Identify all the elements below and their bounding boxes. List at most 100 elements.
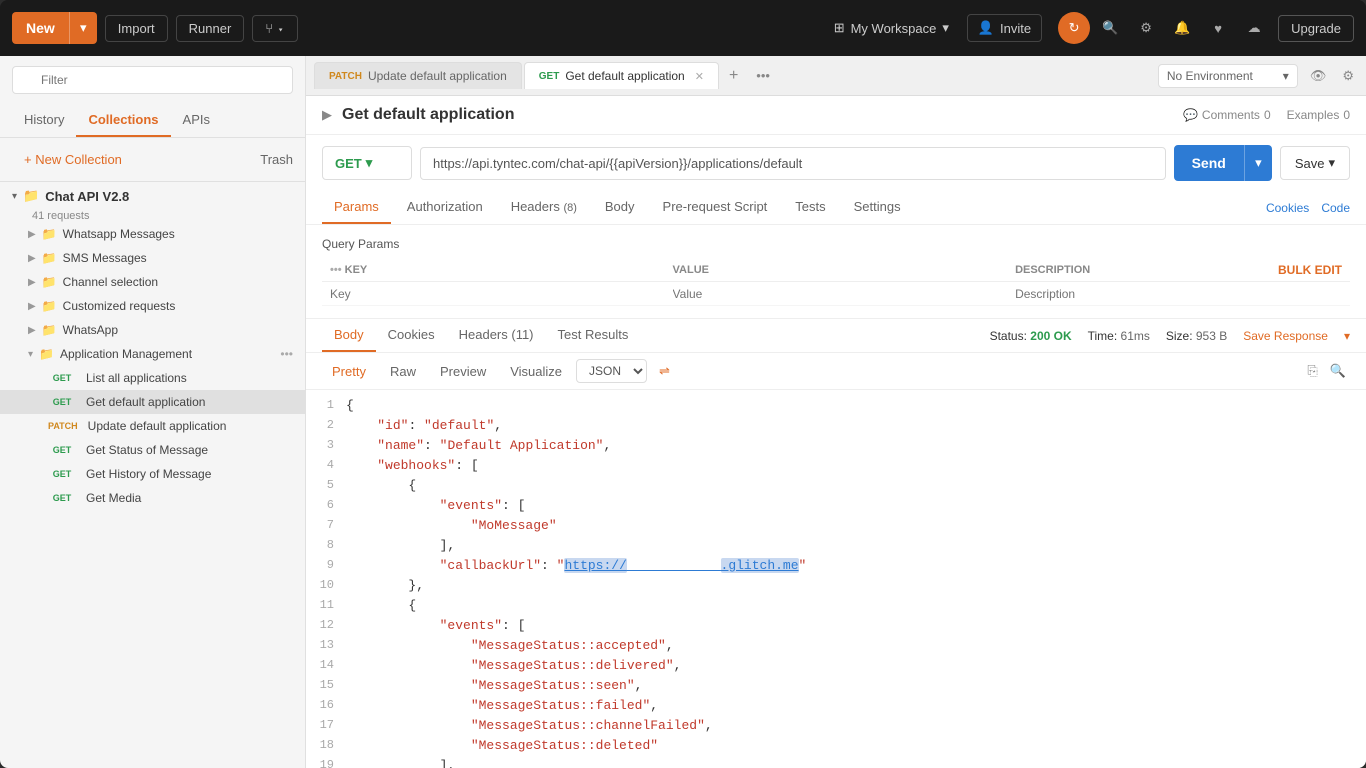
new-collection-button[interactable]: + New Collection: [12, 144, 134, 175]
settings-icon[interactable]: ⚙: [1130, 12, 1162, 44]
code-line-14: 14 "MessageStatus::delivered",: [306, 658, 1366, 678]
req-tab-body[interactable]: Body: [593, 191, 647, 224]
fmt-tab-raw[interactable]: Raw: [380, 360, 426, 383]
heart-icon[interactable]: ♥: [1202, 12, 1234, 44]
comments-button[interactable]: 💬 Comments 0: [1183, 108, 1271, 122]
examples-button[interactable]: Examples 0: [1287, 108, 1350, 122]
endpoint-get-history-of-message[interactable]: GET Get History of Message: [0, 462, 305, 486]
format-type-select[interactable]: JSON XML HTML: [576, 359, 647, 383]
code-line-2: 2 "id": "default",: [306, 418, 1366, 438]
query-params-section: Query Params ••• KEY VALUE DESCRIPTION B…: [306, 225, 1366, 318]
tab-more-button[interactable]: •••: [748, 64, 778, 87]
req-tab-settings[interactable]: Settings: [842, 191, 913, 224]
req-nav-tabs: Params Authorization Headers (8) Body Pr…: [306, 191, 1366, 225]
save-response-arrow[interactable]: ▾: [1344, 329, 1350, 343]
comments-icon: 💬: [1183, 108, 1198, 122]
folder-icon: 📁: [42, 227, 57, 241]
copy-icon[interactable]: ⎘: [1303, 359, 1321, 383]
req-tab-headers[interactable]: Headers (8): [499, 191, 589, 224]
import-button[interactable]: Import: [105, 15, 168, 42]
new-button-label[interactable]: New: [12, 12, 69, 44]
endpoint-get-status-of-message[interactable]: GET Get Status of Message: [0, 438, 305, 462]
new-button[interactable]: New ▾: [12, 12, 97, 44]
workspace-chevron: ▾: [942, 20, 949, 36]
req-tab-tests[interactable]: Tests: [783, 191, 837, 224]
fmt-tab-preview[interactable]: Preview: [430, 360, 496, 383]
cloud-icon[interactable]: ☁: [1238, 12, 1270, 44]
cookies-link[interactable]: Cookies: [1266, 201, 1309, 215]
res-tab-body[interactable]: Body: [322, 319, 376, 352]
tab-get-default-application[interactable]: GET Get default application ✕: [524, 62, 719, 89]
workspace-button[interactable]: ⊞ My Workspace ▾: [824, 15, 959, 41]
fork-button[interactable]: ⑂ ▾: [252, 15, 297, 42]
endpoint-list-all-applications[interactable]: GET List all applications: [0, 366, 305, 390]
environment-select[interactable]: No Environment ▾: [1158, 64, 1298, 88]
code-area[interactable]: 1 { 2 "id": "default", 3 "name": "Defaul…: [306, 390, 1366, 768]
tab-collections[interactable]: Collections: [76, 104, 170, 137]
invite-button[interactable]: 👤 Invite: [967, 14, 1042, 42]
req-tab-authorization[interactable]: Authorization: [395, 191, 495, 224]
sidebar-item-whatsapp-messages[interactable]: ▶ 📁 Whatsapp Messages: [0, 222, 305, 246]
res-tab-test-results[interactable]: Test Results: [546, 319, 641, 352]
key-input[interactable]: [330, 287, 657, 301]
runner-button[interactable]: Runner: [176, 15, 245, 42]
value-input[interactable]: [673, 287, 1000, 301]
res-tab-headers[interactable]: Headers (11): [447, 319, 546, 352]
th-more-icon[interactable]: •••: [330, 264, 342, 276]
folder-collection-icon: 📁: [23, 188, 39, 204]
code-line-5: 5 {: [306, 478, 1366, 498]
new-button-arrow[interactable]: ▾: [69, 12, 97, 44]
collection-header[interactable]: ▾ 📁 Chat API V2.8: [0, 182, 305, 210]
fmt-tab-pretty[interactable]: Pretty: [322, 360, 376, 383]
code-line-10: 10 },: [306, 578, 1366, 598]
tab-add-button[interactable]: +: [721, 63, 746, 89]
save-response-button[interactable]: Save Response: [1243, 329, 1328, 343]
bell-icon[interactable]: 🔔: [1166, 12, 1198, 44]
res-tab-cookies[interactable]: Cookies: [376, 319, 447, 352]
code-line-13: 13 "MessageStatus::accepted",: [306, 638, 1366, 658]
sidebar-item-label: Customized requests: [63, 299, 176, 313]
req-tab-pre-request-script[interactable]: Pre-request Script: [651, 191, 780, 224]
save-button[interactable]: Save ▾: [1280, 146, 1350, 180]
endpoint-get-media[interactable]: GET Get Media: [0, 486, 305, 510]
trash-button[interactable]: Trash: [260, 152, 293, 167]
tab-actions: No Environment ▾ 👁 ⚙: [1158, 64, 1358, 88]
sidebar-item-whatsapp[interactable]: ▶ 📁 WhatsApp: [0, 318, 305, 342]
sidebar-item-sms-messages[interactable]: ▶ 📁 SMS Messages: [0, 246, 305, 270]
bulk-edit-button[interactable]: Bulk Edit: [1278, 263, 1342, 277]
endpoint-update-default-application[interactable]: PATCH Update default application: [0, 414, 305, 438]
more-icon[interactable]: •••: [280, 347, 293, 361]
send-button-arrow[interactable]: ▾: [1244, 145, 1272, 181]
tab-close-icon[interactable]: ✕: [695, 70, 704, 83]
query-params-label: Query Params: [322, 237, 1350, 251]
code-line-16: 16 "MessageStatus::failed",: [306, 698, 1366, 718]
env-eye-icon[interactable]: 👁: [1306, 64, 1331, 88]
upgrade-button[interactable]: Upgrade: [1278, 15, 1354, 42]
sidebar-item-customized-requests[interactable]: ▶ 📁 Customized requests: [0, 294, 305, 318]
sync-icon[interactable]: ↻: [1058, 12, 1090, 44]
endpoint-label: Get Status of Message: [86, 443, 208, 457]
tab-history[interactable]: History: [12, 104, 76, 137]
req-tab-params[interactable]: Params: [322, 191, 391, 224]
word-wrap-icon[interactable]: ⇌: [659, 363, 670, 379]
tab-apis[interactable]: APIs: [171, 104, 222, 137]
method-label: GET: [335, 156, 362, 171]
tab-update-default-application[interactable]: PATCH Update default application: [314, 62, 522, 89]
fmt-tab-visualize[interactable]: Visualize: [500, 360, 572, 383]
code-link[interactable]: Code: [1321, 201, 1350, 215]
collapse-arrow-icon[interactable]: ▶: [322, 107, 332, 123]
sidebar-item-application-management[interactable]: ▾ 📁 Application Management •••: [0, 342, 305, 366]
sidebar-item-channel-selection[interactable]: ▶ 📁 Channel selection: [0, 270, 305, 294]
endpoint-get-default-application[interactable]: GET Get default application: [0, 390, 305, 414]
send-button[interactable]: Send ▾: [1174, 145, 1272, 181]
url-input[interactable]: [420, 147, 1166, 180]
method-select[interactable]: GET ▾: [322, 146, 412, 180]
chevron-down-icon: ▾: [28, 349, 33, 360]
code-line-17: 17 "MessageStatus::channelFailed",: [306, 718, 1366, 738]
search-code-icon[interactable]: 🔍: [1326, 359, 1350, 383]
send-button-label[interactable]: Send: [1174, 145, 1244, 181]
search-nav-icon[interactable]: 🔍: [1094, 12, 1126, 44]
env-settings-icon[interactable]: ⚙: [1338, 64, 1358, 88]
search-input[interactable]: [12, 66, 293, 94]
description-input[interactable]: [1015, 287, 1342, 301]
